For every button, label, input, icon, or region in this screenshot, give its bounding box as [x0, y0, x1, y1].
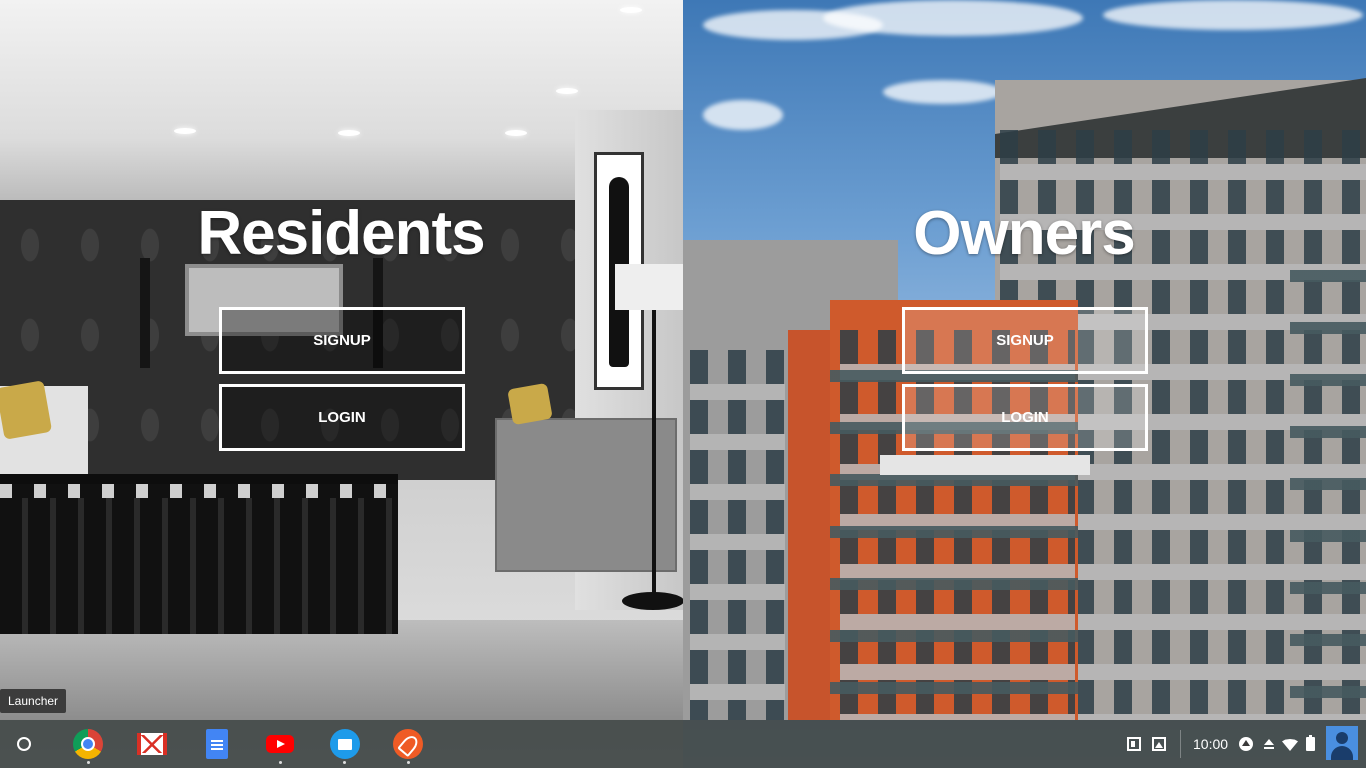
clock[interactable]: 10:00 [1193, 733, 1228, 755]
cloud [883, 80, 1003, 104]
launcher-tooltip: Launcher [0, 689, 67, 713]
ceiling-light [620, 7, 642, 13]
cloud [703, 100, 783, 130]
gmail-icon[interactable] [137, 733, 167, 755]
user-avatar[interactable] [1326, 726, 1358, 760]
floor [0, 620, 683, 720]
overview-icon[interactable] [1127, 737, 1141, 751]
launcher-icon[interactable] [17, 737, 31, 751]
sofa [495, 418, 677, 572]
building-ledge [880, 455, 1090, 475]
owners-heading: Owners [913, 199, 1135, 268]
bench-top [0, 484, 398, 498]
cushion [0, 380, 53, 440]
docs-icon[interactable] [206, 729, 228, 759]
files-icon[interactable] [330, 729, 360, 759]
tray-divider [1180, 730, 1181, 758]
update-icon[interactable] [1239, 737, 1253, 751]
youtube-icon[interactable] [266, 735, 294, 753]
ceiling-light [505, 130, 527, 136]
building-facade [788, 330, 833, 720]
lamp-shade [615, 264, 683, 310]
ceiling-light [556, 88, 578, 94]
postman-icon[interactable] [393, 729, 423, 759]
lamp-base [622, 592, 683, 610]
app-running-indicator [407, 761, 410, 764]
residents-login-button[interactable]: LOGIN [219, 384, 465, 451]
app-running-indicator [343, 761, 346, 764]
cloud [1103, 0, 1363, 30]
owners-login-button[interactable]: LOGIN [902, 384, 1148, 451]
app-running-indicator [279, 761, 282, 764]
screenshot-icon[interactable] [1152, 737, 1166, 751]
cloud [823, 0, 1083, 36]
residents-heading: Residents [197, 199, 485, 268]
chrome-icon[interactable] [73, 729, 103, 759]
windows [690, 350, 785, 720]
cushion [507, 382, 553, 426]
ceiling-light [174, 128, 196, 134]
residents-signup-button[interactable]: SIGNUP [219, 307, 465, 374]
app-running-indicator [87, 761, 90, 764]
bench [0, 474, 398, 634]
ceiling-light [338, 130, 360, 136]
battery-icon[interactable] [1306, 735, 1315, 751]
speaker [140, 258, 150, 368]
lamp-pole [652, 310, 656, 600]
eject-icon[interactable] [1262, 737, 1276, 751]
owners-signup-button[interactable]: SIGNUP [902, 307, 1148, 374]
balconies [1290, 230, 1366, 720]
